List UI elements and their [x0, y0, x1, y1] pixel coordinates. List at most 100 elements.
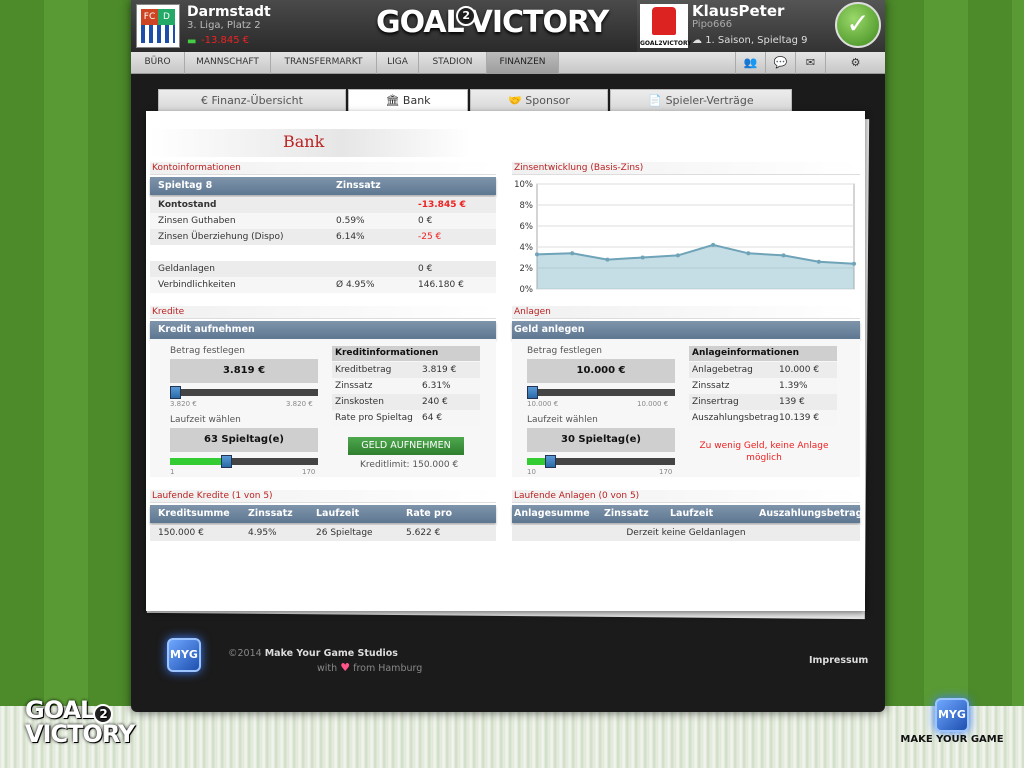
chart-y-tick-label: 8%: [520, 201, 534, 211]
kredit-duration-fill: [170, 458, 226, 465]
chat-icon[interactable]: 💬: [765, 52, 795, 74]
chart-y-tick-label: 0%: [520, 285, 534, 295]
kredit-info-row: Rate pro Spieltag 64 €: [332, 410, 480, 426]
crest-stripes: [141, 25, 175, 43]
anlage-duration-min: 10: [527, 468, 536, 476]
kredit-amount-display: 3.819 €: [170, 359, 318, 383]
info-value: 6.31%: [422, 381, 451, 391]
finance-tabs: € Finanz-Übersicht 🏛 Bank 🤝 Sponsor 📄 Sp…: [158, 89, 792, 111]
season-text: 1. Saison, Spieltag 9: [705, 35, 808, 46]
nav-finanzen[interactable]: FINANZEN: [487, 52, 559, 74]
row-value: -25 €: [418, 232, 442, 242]
nav-transfermarkt[interactable]: TRANSFERMARKT: [271, 52, 377, 74]
chart-point: [570, 251, 575, 256]
anlage-duration-label: Laufzeit wählen: [527, 415, 598, 425]
chart-point: [605, 257, 610, 262]
tab-finanz-uebersicht[interactable]: € Finanz-Übersicht: [158, 89, 346, 111]
club-crest-icon[interactable]: FC D: [136, 4, 180, 48]
copyright-company: Make Your Game Studios: [264, 648, 398, 659]
row-value: -13.845 €: [418, 200, 466, 210]
konto-row-kontostand: Kontostand -13.845 €: [150, 197, 496, 213]
bank-page: Bank Kontoinformationen Spieltag 8 Zinss…: [146, 111, 865, 611]
kredit-amount-label: Betrag festlegen: [170, 346, 245, 356]
info-label: Kreditbetrag: [335, 365, 392, 375]
col-laufzeit: Laufzeit: [316, 508, 360, 519]
col-kreditsumme: Kreditsumme: [158, 508, 230, 519]
chart-point: [781, 253, 786, 258]
chart-point: [816, 259, 821, 264]
anlage-amount-display: 10.000 €: [527, 359, 675, 383]
mail-icon[interactable]: ✉: [795, 52, 825, 74]
cell-rate: 5.622 €: [406, 528, 441, 538]
goal2victory-logo: GOAL2VICTORY: [376, 5, 609, 47]
nav-mannschaft[interactable]: MANNSCHAFT: [185, 52, 271, 74]
chart-point: [675, 253, 680, 258]
tab-spieler-vertraege[interactable]: 📄 Spieler-Verträge: [610, 89, 792, 111]
anlage-info-header: Anlageinformationen: [689, 346, 837, 361]
confirm-check-icon[interactable]: ✓: [835, 2, 881, 48]
friends-icon[interactable]: 👥: [735, 52, 765, 74]
col-zinssatz: Zinssatz: [248, 508, 293, 519]
anlage-duration-max: 170: [659, 468, 673, 476]
chart-y-tick-label: 4%: [520, 243, 534, 253]
chart-point: [535, 252, 539, 257]
info-value: 3.819 €: [422, 365, 457, 375]
kredit-limit: Kreditlimit: 150.000 €: [360, 460, 459, 470]
section-kredite: Kredite: [150, 306, 496, 319]
anlage-amount-thumb[interactable]: [527, 386, 538, 399]
geld-anlegen-title: Geld anlegen: [514, 324, 585, 335]
kredit-info-row: Kreditbetrag 3.819 €: [332, 362, 480, 378]
kredit-amount-max: 3.820 €: [286, 400, 313, 408]
club-name[interactable]: Darmstadt: [187, 4, 271, 20]
tab-sponsor[interactable]: 🤝 Sponsor: [470, 89, 608, 111]
corner-logo-bottom: VICTORY: [25, 720, 135, 748]
heart-icon: ♥: [340, 661, 351, 674]
cell-zinssatz: 4.95%: [248, 528, 277, 538]
kredit-info-row: Zinssatz 6.31%: [332, 378, 480, 394]
kredit-amount-slider[interactable]: [170, 389, 318, 396]
info-label: Anlagebetrag: [692, 365, 753, 375]
user-name[interactable]: KlausPeter: [692, 2, 784, 20]
chart-y-tick-label: 10%: [514, 180, 533, 190]
user-badge-icon[interactable]: GOAL2VICTORY: [640, 4, 692, 48]
make-your-game-corner-logo[interactable]: MYG MAKE YOUR GAME: [900, 698, 1004, 750]
from-text: from Hamburg: [353, 663, 423, 674]
anlage-info-row: Anlagebetrag 10.000 €: [689, 362, 837, 378]
section-kontoinformationen: Kontoinformationen: [150, 162, 496, 175]
anlage-duration-thumb[interactable]: [544, 455, 556, 468]
money-icon: ▬: [187, 36, 197, 47]
anlage-amount-slider[interactable]: [527, 389, 675, 396]
copyright-year: ©2014: [228, 648, 262, 659]
konto-spacer-row: [150, 245, 496, 261]
table-row[interactable]: 150.000 € 4.95% 26 Spieltage 5.622 €: [150, 525, 496, 541]
nav-buero[interactable]: BÜRO: [131, 52, 185, 74]
impressum-link[interactable]: Impressum: [809, 655, 868, 666]
nav-stadion[interactable]: STADION: [419, 52, 487, 74]
club-money: -13.845 €: [201, 35, 250, 46]
konto-row-zinsen-dispo: Zinsen Überziehung (Dispo) 6.14% -25 €: [150, 229, 496, 245]
chart-point: [640, 255, 645, 260]
user-panel: GOAL2VICTORY KlausPeter Pipo666 ☁ 1. Sai…: [637, 0, 885, 52]
myg-footer-logo[interactable]: MYG: [167, 638, 201, 672]
geld-aufnehmen-button[interactable]: GELD AUFNEHMEN: [348, 437, 464, 455]
tab-bank[interactable]: 🏛 Bank: [348, 89, 468, 111]
col-auszahlungsbetrag: Auszahlungsbetrag: [759, 508, 863, 519]
info-value: 10.139 €: [779, 413, 820, 423]
kredit-amount-min: 3.820 €: [170, 400, 197, 408]
col-zinssatz: Zinssatz: [604, 508, 649, 519]
grass-background: [0, 706, 1024, 768]
info-label: Zinskosten: [335, 397, 384, 407]
kredit-amount-thumb[interactable]: [170, 386, 181, 399]
row-value: 0 €: [418, 264, 433, 274]
nav-liga[interactable]: LIGA: [377, 52, 419, 74]
crest-letters-a: FC: [141, 9, 158, 25]
anlage-amount-max: 10.000 €: [637, 400, 669, 408]
row-label: Zinsen Guthaben: [158, 216, 236, 226]
settings-icon[interactable]: ⚙: [825, 52, 885, 74]
row-label: Geldanlagen: [158, 264, 215, 274]
kredit-duration-thumb[interactable]: [220, 455, 232, 468]
section-laufende-kredite: Laufende Kredite (1 von 5): [150, 490, 496, 503]
logo-goal-text: GOAL: [376, 5, 465, 40]
kredit-duration-min: 1: [170, 468, 175, 476]
col-anlagesumme: Anlagesumme: [514, 508, 590, 519]
